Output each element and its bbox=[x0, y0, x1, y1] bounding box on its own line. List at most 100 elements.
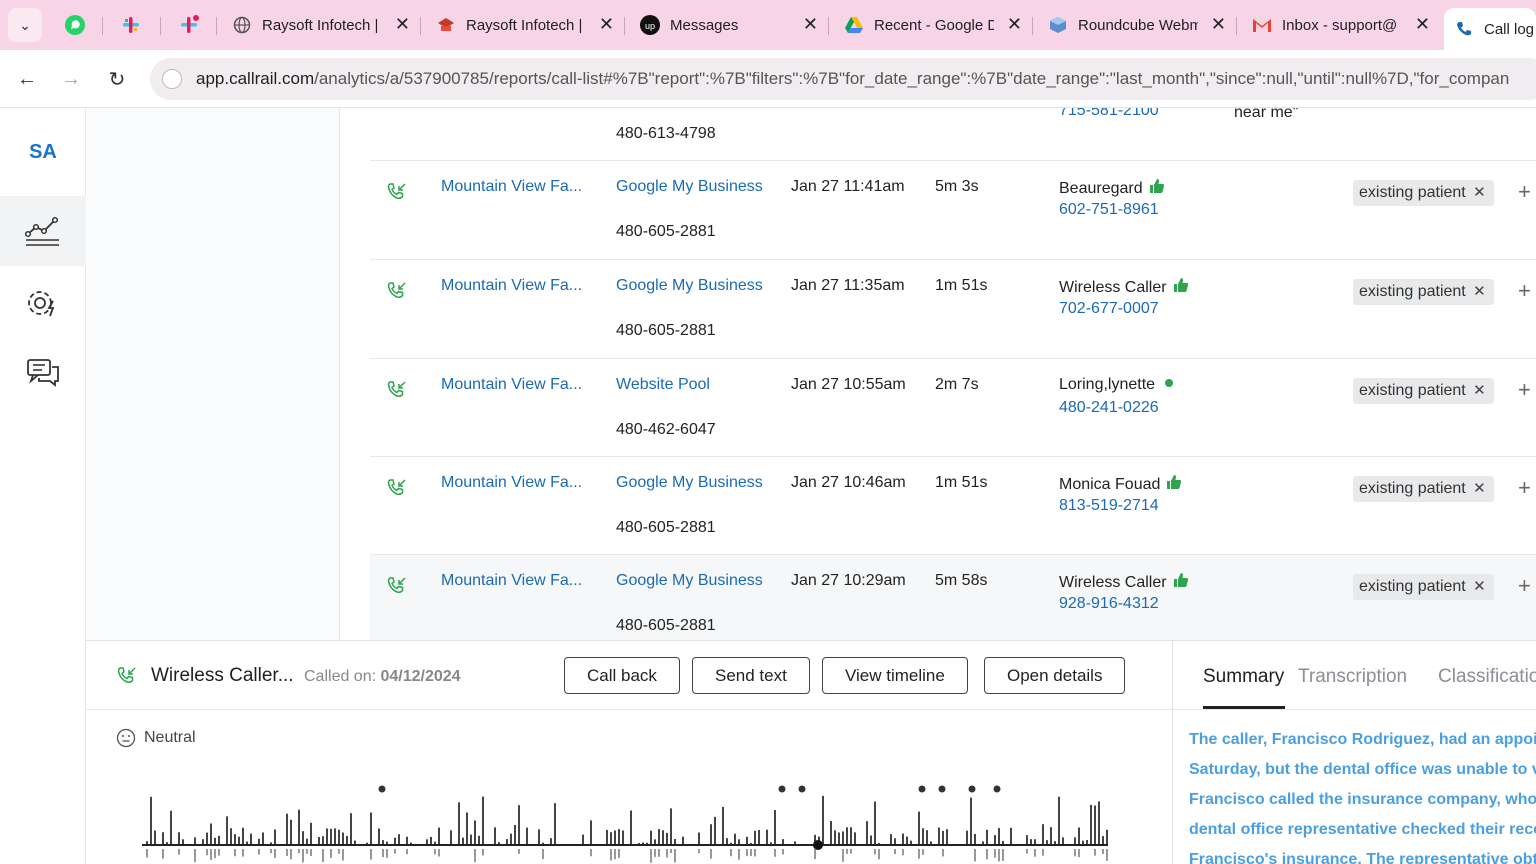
status-dot-icon bbox=[1165, 379, 1174, 387]
forward-arrow-icon[interactable]: → bbox=[56, 64, 86, 94]
summary-tabs: Summary Transcription Classification bbox=[1173, 641, 1536, 710]
browser-tab-active[interactable]: Call log bbox=[1444, 8, 1536, 50]
sentiment-indicator: Neutral bbox=[116, 728, 196, 748]
inbound-call-icon bbox=[117, 667, 136, 684]
add-tag-icon[interactable]: + bbox=[1518, 573, 1531, 599]
inbound-call-icon[interactable] bbox=[386, 379, 408, 401]
company-link[interactable]: Mountain View Fa... bbox=[441, 474, 582, 492]
caller-phone-link[interactable]: 480-241-0226 bbox=[1059, 399, 1159, 417]
table-row[interactable]: Mountain View Fa... Google My Business 4… bbox=[370, 554, 1536, 640]
reload-icon[interactable]: ↻ bbox=[102, 64, 132, 94]
app-sidebar: SA bbox=[0, 108, 86, 864]
playhead-handle[interactable] bbox=[813, 840, 823, 850]
sidebar-item-settings[interactable] bbox=[0, 268, 86, 338]
browser-tab[interactable]: Raysoft Infotech | ✕ bbox=[222, 8, 418, 42]
table-row[interactable]: Mountain View Fa... Google My Business 4… bbox=[370, 160, 1536, 258]
audio-waveform[interactable] bbox=[142, 781, 1122, 864]
close-icon[interactable]: ✕ bbox=[1211, 14, 1226, 35]
tab-transcription[interactable]: Transcription bbox=[1298, 666, 1407, 688]
call-datetime: Jan 27 11:41am bbox=[791, 178, 905, 195]
company-link[interactable]: Mountain View Fa... bbox=[441, 572, 582, 590]
view-timeline-button[interactable]: View timeline bbox=[822, 657, 968, 694]
tag-existing-patient[interactable]: existing patient ✕ bbox=[1353, 180, 1494, 206]
caller-name: Loring,lynette bbox=[1059, 376, 1174, 394]
tag-existing-patient[interactable]: existing patient ✕ bbox=[1353, 574, 1494, 600]
close-icon[interactable]: ✕ bbox=[1007, 14, 1022, 35]
gmail-icon bbox=[1252, 15, 1272, 35]
table-row[interactable]: Mountain View Fa... Google My Business 4… bbox=[370, 456, 1536, 554]
remove-tag-icon[interactable]: ✕ bbox=[1473, 279, 1486, 305]
svg-text:up: up bbox=[645, 21, 655, 31]
filters-panel bbox=[87, 108, 340, 640]
caller-phone-link[interactable]: 813-519-2714 bbox=[1059, 497, 1159, 515]
whatsapp-icon[interactable] bbox=[60, 10, 90, 40]
caller-phone-link[interactable]: 715-581-2100 bbox=[1059, 108, 1159, 120]
tab-classification[interactable]: Classification bbox=[1438, 666, 1536, 688]
company-link[interactable]: Mountain View Fa... bbox=[441, 376, 582, 394]
caller-phone-link[interactable]: 702-677-0007 bbox=[1059, 300, 1159, 318]
address-bar: ← → ↻ app.callrail.com/analytics/a/53790… bbox=[0, 50, 1536, 108]
company-link[interactable]: Mountain View Fa... bbox=[441, 277, 582, 295]
url-bar[interactable]: app.callrail.com/analytics/a/537900785/r… bbox=[150, 58, 1536, 100]
add-tag-icon[interactable]: + bbox=[1518, 377, 1531, 403]
call-duration: 5m 58s bbox=[935, 572, 988, 589]
caller-name: Wireless Caller bbox=[1059, 572, 1189, 592]
google-drive-icon bbox=[844, 15, 864, 35]
inbound-call-icon[interactable] bbox=[386, 477, 408, 499]
summary-text: The caller, Francisco Rodriguez, had an … bbox=[1189, 731, 1536, 864]
sidebar-item-analytics[interactable] bbox=[0, 196, 86, 266]
tag-existing-patient[interactable]: existing patient ✕ bbox=[1353, 279, 1494, 305]
open-details-button[interactable]: Open details bbox=[984, 657, 1126, 694]
source-link[interactable]: Google My Business bbox=[616, 474, 763, 492]
account-avatar[interactable]: SA bbox=[0, 108, 86, 196]
back-arrow-icon[interactable]: ← bbox=[12, 64, 42, 94]
browser-tab[interactable]: Recent - Google D ✕ bbox=[834, 8, 1030, 42]
browser-tab[interactable]: Roundcube Webm ✕ bbox=[1038, 8, 1234, 42]
caller-title: Wireless Caller... bbox=[151, 665, 294, 686]
close-icon[interactable]: ✕ bbox=[599, 14, 614, 35]
company-link[interactable]: Mountain View Fa... bbox=[441, 178, 582, 196]
add-tag-icon[interactable]: + bbox=[1518, 278, 1531, 304]
source-link[interactable]: Website Pool bbox=[616, 376, 710, 394]
remove-tag-icon[interactable]: ✕ bbox=[1473, 476, 1486, 502]
table-row[interactable]: Mountain View Fa... Google My Business 4… bbox=[370, 259, 1536, 357]
source-link[interactable]: Google My Business bbox=[616, 572, 763, 590]
inbound-call-icon[interactable] bbox=[386, 181, 408, 203]
tab-summary[interactable]: Summary bbox=[1203, 666, 1284, 688]
caller-phone-link[interactable]: 602-751-8961 bbox=[1059, 201, 1159, 219]
close-icon[interactable]: ✕ bbox=[395, 14, 410, 35]
remove-tag-icon[interactable]: ✕ bbox=[1473, 180, 1486, 206]
tab-search-chevron-icon[interactable]: ⌄ bbox=[8, 8, 42, 42]
slack-notification-icon[interactable] bbox=[174, 10, 204, 40]
remove-tag-icon[interactable]: ✕ bbox=[1473, 378, 1486, 404]
source-link[interactable]: Google My Business bbox=[616, 178, 763, 196]
browser-tab[interactable]: Inbox - support@ ✕ bbox=[1242, 8, 1438, 42]
source-link[interactable]: Google My Business bbox=[616, 277, 763, 295]
tag-existing-patient[interactable]: existing patient ✕ bbox=[1353, 476, 1494, 502]
sidebar-item-conversations[interactable] bbox=[0, 338, 86, 408]
add-tag-icon[interactable]: + bbox=[1518, 179, 1531, 205]
upwork-icon: up bbox=[640, 15, 660, 35]
table-row[interactable]: Mountain View Fa... Website Pool 480-462… bbox=[370, 358, 1536, 456]
thumbs-up-icon bbox=[1173, 573, 1188, 587]
globe-icon bbox=[232, 15, 252, 35]
tag-existing-patient[interactable]: existing patient ✕ bbox=[1353, 378, 1494, 404]
url-text[interactable]: app.callrail.com/analytics/a/537900785/r… bbox=[196, 69, 1509, 89]
call-back-button[interactable]: Call back bbox=[564, 657, 680, 694]
inbound-call-icon[interactable] bbox=[386, 575, 408, 597]
slack-icon[interactable] bbox=[116, 10, 146, 40]
close-icon[interactable]: ✕ bbox=[1415, 14, 1430, 35]
call-list-table: 480-613-4798 715-581-2100 near me" Mount… bbox=[340, 108, 1536, 640]
close-icon[interactable]: ✕ bbox=[803, 14, 818, 35]
remove-tag-icon[interactable]: ✕ bbox=[1473, 574, 1486, 600]
add-tag-icon[interactable]: + bbox=[1518, 475, 1531, 501]
browser-tab[interactable]: up Messages ✕ bbox=[630, 8, 826, 42]
call-datetime: Jan 27 10:46am bbox=[791, 474, 906, 491]
inbound-call-icon[interactable] bbox=[386, 280, 408, 302]
browser-tab[interactable]: Raysoft Infotech | ✕ bbox=[426, 8, 622, 42]
roundcube-icon bbox=[1048, 15, 1068, 35]
site-info-icon[interactable] bbox=[162, 69, 182, 89]
caller-phone-link[interactable]: 928-916-4312 bbox=[1059, 595, 1159, 613]
send-text-button[interactable]: Send text bbox=[692, 657, 810, 694]
call-duration: 1m 51s bbox=[935, 277, 988, 294]
